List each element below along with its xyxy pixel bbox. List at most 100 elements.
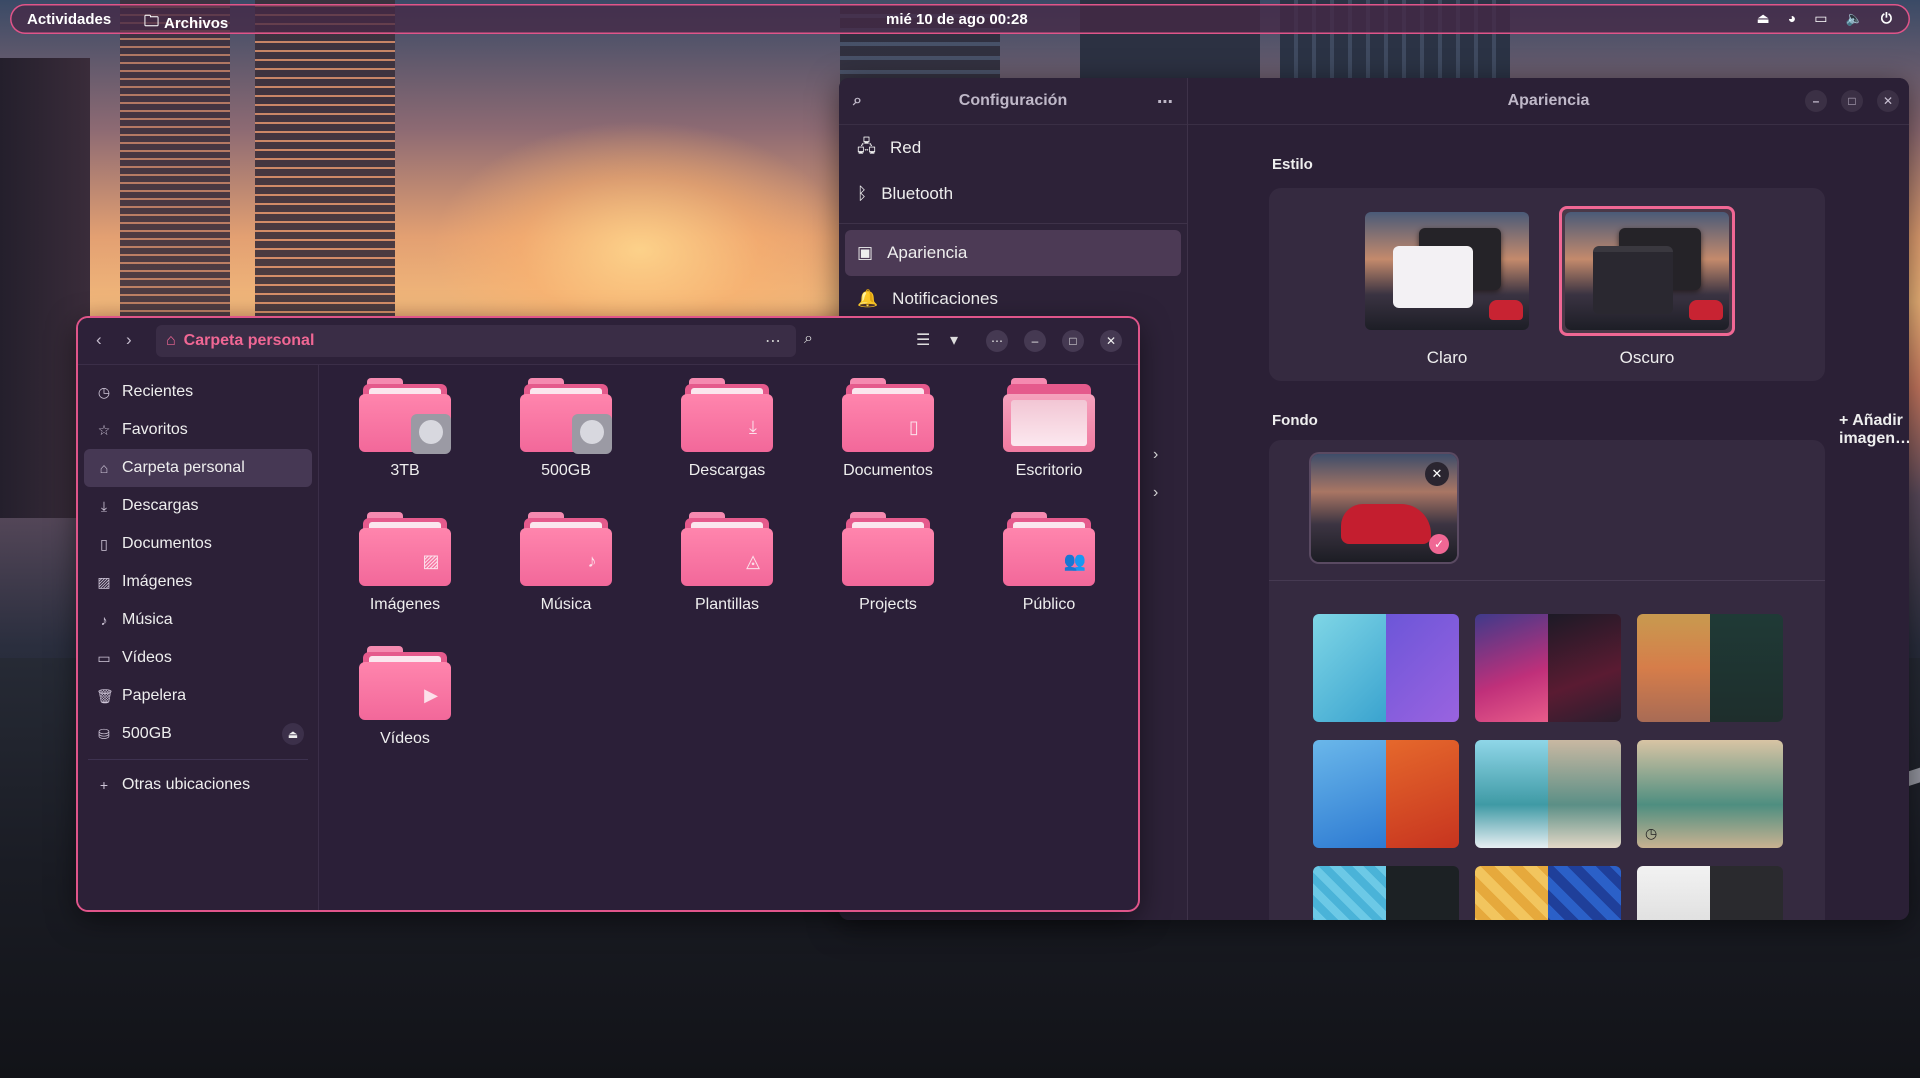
close-button[interactable]: ✕ bbox=[1877, 90, 1899, 112]
clock[interactable]: mié 10 de ago 00:28 bbox=[886, 11, 1028, 28]
wallpaper-light-half bbox=[1475, 740, 1548, 848]
wallpaper-dark-half bbox=[1386, 740, 1459, 848]
back-button[interactable]: ‹ bbox=[96, 330, 102, 350]
folder-item[interactable]: ▶ Vídeos bbox=[340, 646, 470, 748]
extension-icon[interactable]: ◕ bbox=[1788, 10, 1796, 27]
trash-icon: 🗑 bbox=[96, 687, 114, 704]
drive-folder-icon bbox=[359, 378, 451, 454]
maximize-button[interactable]: □ bbox=[1062, 330, 1084, 352]
minimize-button[interactable]: – bbox=[1805, 90, 1827, 112]
display-icon[interactable]: ▭ bbox=[1814, 10, 1827, 27]
close-button[interactable]: ✕ bbox=[1100, 330, 1122, 352]
wallpaper-light-half bbox=[1475, 614, 1548, 722]
sidebar-item-label: Música bbox=[122, 611, 173, 628]
forward-button[interactable]: › bbox=[126, 330, 132, 350]
preview-car bbox=[1689, 300, 1723, 320]
building bbox=[0, 58, 90, 518]
menu-button[interactable]: ⋯ bbox=[986, 330, 1008, 352]
style-option-dark[interactable] bbox=[1559, 206, 1735, 336]
search-icon[interactable]: ⌕ bbox=[853, 92, 862, 110]
folder-item[interactable]: 500GB bbox=[501, 378, 631, 480]
sidebar-item-musica[interactable]: ♪ Música bbox=[78, 601, 318, 639]
folder-item[interactable]: ⤓ Descargas bbox=[662, 378, 792, 480]
sidebar-item-carpeta-personal[interactable]: ⌂ Carpeta personal bbox=[84, 449, 312, 487]
pictures-folder-icon: ▨ bbox=[359, 512, 451, 586]
folder-label: Plantillas bbox=[694, 596, 760, 613]
templates-folder-icon: ◬ bbox=[681, 512, 773, 586]
chevron-right-icon[interactable]: › bbox=[1153, 446, 1158, 464]
folder-item[interactable]: 👥 Público bbox=[984, 512, 1114, 614]
sidebar-item-descargas[interactable]: ⤓ Descargas bbox=[78, 487, 318, 525]
image-icon: ▨ bbox=[97, 573, 111, 590]
files-headerbar: ‹ › ⌂ Carpeta personal ⋯ ⌕ ☰ ▾ ⋯ – □ ✕ bbox=[78, 318, 1138, 365]
network-icon: 🖧 bbox=[857, 136, 876, 156]
volume-icon[interactable]: 🔈 bbox=[1845, 10, 1862, 27]
chevron-right-icon[interactable]: › bbox=[1153, 484, 1158, 502]
sidebar-item-otras-ubicaciones[interactable]: + Otras ubicaciones bbox=[78, 766, 318, 804]
style-section-label: Estilo bbox=[1272, 156, 1313, 173]
menu-icon[interactable]: ⋯ bbox=[1157, 92, 1173, 112]
wallpaper-option[interactable] bbox=[1313, 614, 1459, 722]
wallpaper-option[interactable] bbox=[1637, 866, 1783, 920]
remove-icon[interactable]: ✕ bbox=[1425, 462, 1449, 486]
folder-item[interactable]: Projects bbox=[823, 512, 953, 614]
sidebar-item-label: Red bbox=[889, 138, 922, 157]
files-window: ‹ › ⌂ Carpeta personal ⋯ ⌕ ☰ ▾ ⋯ – □ ✕ ◷… bbox=[78, 318, 1138, 910]
power-icon[interactable]: ⏻ bbox=[1881, 10, 1892, 27]
divider bbox=[88, 759, 308, 760]
sidebar-item-red[interactable]: 🖧 Red bbox=[839, 125, 1187, 171]
sidebar-item-videos[interactable]: ▭ Vídeos bbox=[78, 639, 318, 677]
sidebar-item-500gb[interactable]: ⛁ 500GB ⏏ bbox=[78, 715, 318, 753]
document-icon: ▯ bbox=[100, 535, 108, 552]
eject-icon[interactable]: ⏏ bbox=[1757, 10, 1770, 27]
wallpaper-light-half bbox=[1637, 614, 1710, 722]
add-image-button[interactable]: + Añadir imagen… bbox=[1839, 412, 1909, 448]
folder-item[interactable]: Escritorio bbox=[984, 378, 1114, 480]
wallpaper-option[interactable] bbox=[1475, 740, 1621, 848]
wallpaper-car bbox=[1341, 504, 1431, 544]
list-view-icon[interactable]: ☰ bbox=[916, 330, 930, 350]
maximize-button[interactable]: □ bbox=[1841, 90, 1863, 112]
sidebar-item-label: Carpeta personal bbox=[122, 459, 245, 476]
bell-icon: 🔔 bbox=[857, 289, 879, 308]
folder-item[interactable]: ▨ Imágenes bbox=[340, 512, 470, 614]
wallpaper-option[interactable] bbox=[1313, 866, 1459, 920]
folder-item[interactable]: ♪ Música bbox=[501, 512, 631, 614]
wallpaper-option[interactable] bbox=[1637, 614, 1783, 722]
clock-icon: ◷ bbox=[1645, 825, 1658, 841]
sidebar-item-label: Notificaciones bbox=[892, 289, 998, 308]
preview-window bbox=[1593, 246, 1673, 314]
sidebar-item-notificaciones[interactable]: 🔔 Notificaciones bbox=[839, 276, 1187, 322]
app-menu[interactable]: 🗀 Archivos bbox=[144, 11, 228, 36]
minimize-button[interactable]: – bbox=[1024, 330, 1046, 352]
folder-item[interactable]: ◬ Plantillas bbox=[662, 512, 792, 614]
wallpaper-light-half bbox=[1637, 866, 1710, 920]
search-icon[interactable]: ⌕ bbox=[804, 330, 813, 348]
folder-item[interactable]: 3TB bbox=[340, 378, 470, 480]
sidebar-item-documentos[interactable]: ▯ Documentos bbox=[78, 525, 318, 563]
wallpaper-option[interactable] bbox=[1475, 866, 1621, 920]
activities-button[interactable]: Actividades bbox=[27, 11, 111, 28]
wallpaper-option[interactable]: ◷ bbox=[1637, 740, 1783, 848]
folder-item[interactable]: ▯ Documentos bbox=[823, 378, 953, 480]
style-option-label: Oscuro bbox=[1619, 348, 1675, 367]
system-tray[interactable]: ⏏ ◕ ▭ 🔈 ⏻ bbox=[1757, 10, 1892, 27]
path-bar[interactable]: ⌂ Carpeta personal bbox=[156, 325, 796, 357]
public-folder-icon: 👥 bbox=[1003, 512, 1095, 586]
folder-label: 500GB bbox=[541, 462, 591, 479]
settings-sidebar-header: ⌕ Configuración ⋯ bbox=[839, 78, 1187, 125]
home-icon: ⌂ bbox=[99, 460, 109, 476]
sidebar-item-imagenes[interactable]: ▨ Imágenes bbox=[78, 563, 318, 601]
path-menu-button[interactable]: ⋯ bbox=[758, 325, 788, 357]
sidebar-item-bluetooth[interactable]: ᛒ Bluetooth bbox=[839, 171, 1187, 217]
wallpaper-option[interactable] bbox=[1475, 614, 1621, 722]
current-wallpaper[interactable]: ✕ ✓ bbox=[1311, 454, 1457, 562]
sidebar-item-favoritos[interactable]: ☆ Favoritos bbox=[78, 411, 318, 449]
wallpaper-option[interactable] bbox=[1313, 740, 1459, 848]
sidebar-item-recientes[interactable]: ◷ Recientes bbox=[78, 373, 318, 411]
sidebar-item-papelera[interactable]: 🗑 Papelera bbox=[78, 677, 318, 715]
style-option-light[interactable] bbox=[1359, 206, 1535, 336]
eject-icon[interactable]: ⏏ bbox=[282, 723, 304, 745]
chevron-down-icon[interactable]: ▾ bbox=[950, 330, 958, 350]
sidebar-item-apariencia[interactable]: ▣ Apariencia bbox=[845, 230, 1181, 276]
